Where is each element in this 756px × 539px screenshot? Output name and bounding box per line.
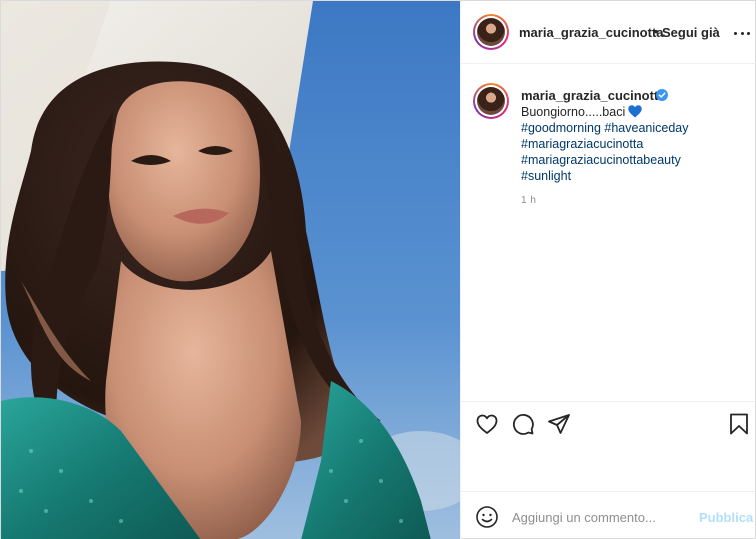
paper-plane-icon [548, 414, 570, 434]
smiley-icon [476, 506, 498, 528]
follow-button[interactable]: Segui già [662, 25, 720, 40]
like-button[interactable] [475, 412, 499, 436]
comment-button[interactable] [511, 412, 535, 436]
heart-outline-icon [476, 414, 498, 434]
more-options-icon[interactable] [734, 23, 750, 43]
blue-heart-icon [628, 105, 642, 118]
post-photo[interactable] [1, 1, 460, 539]
hashtag-link[interactable]: #goodmorning #haveaniceday [521, 120, 746, 136]
post-sidebar: maria_grazia_cucinotta • Segui già maria… [460, 1, 756, 539]
selfie-image [1, 1, 460, 539]
caption-username[interactable]: maria_grazia_cucinotta [521, 88, 666, 103]
caption-avatar[interactable] [473, 83, 509, 119]
avatar-image [477, 18, 505, 46]
action-bar [461, 401, 756, 491]
hashtag-link[interactable]: #mariagraziacucinotta [521, 136, 746, 152]
emoji-button[interactable] [475, 505, 499, 529]
separator-dot: • [654, 24, 659, 39]
save-button[interactable] [727, 412, 751, 436]
comment-bubble-icon [512, 414, 534, 435]
hashtag-link[interactable]: #sunlight [521, 168, 746, 184]
publish-button[interactable]: Pubblica [699, 510, 753, 525]
instagram-post: maria_grazia_cucinotta • Segui già maria… [0, 0, 756, 539]
caption-message: Buongiorno.....baci [521, 105, 626, 119]
verified-badge-icon [656, 89, 668, 101]
avatar[interactable] [473, 14, 509, 50]
post-header: maria_grazia_cucinotta • Segui già [461, 1, 756, 64]
post-timestamp[interactable]: 1 h [521, 195, 536, 206]
header-username[interactable]: maria_grazia_cucinotta [519, 25, 664, 40]
caption-section: maria_grazia_cucinotta Buongiorno.....ba… [461, 65, 756, 401]
avatar-image [477, 87, 505, 115]
bookmark-icon [730, 413, 748, 435]
hashtag-link[interactable]: #mariagraziacucinottabeauty [521, 152, 746, 168]
comment-form: Pubblica [461, 491, 756, 539]
share-button[interactable] [547, 412, 571, 436]
caption-text: Buongiorno.....baci #goodmorning #havean… [521, 104, 746, 184]
comment-input[interactable] [512, 505, 682, 529]
